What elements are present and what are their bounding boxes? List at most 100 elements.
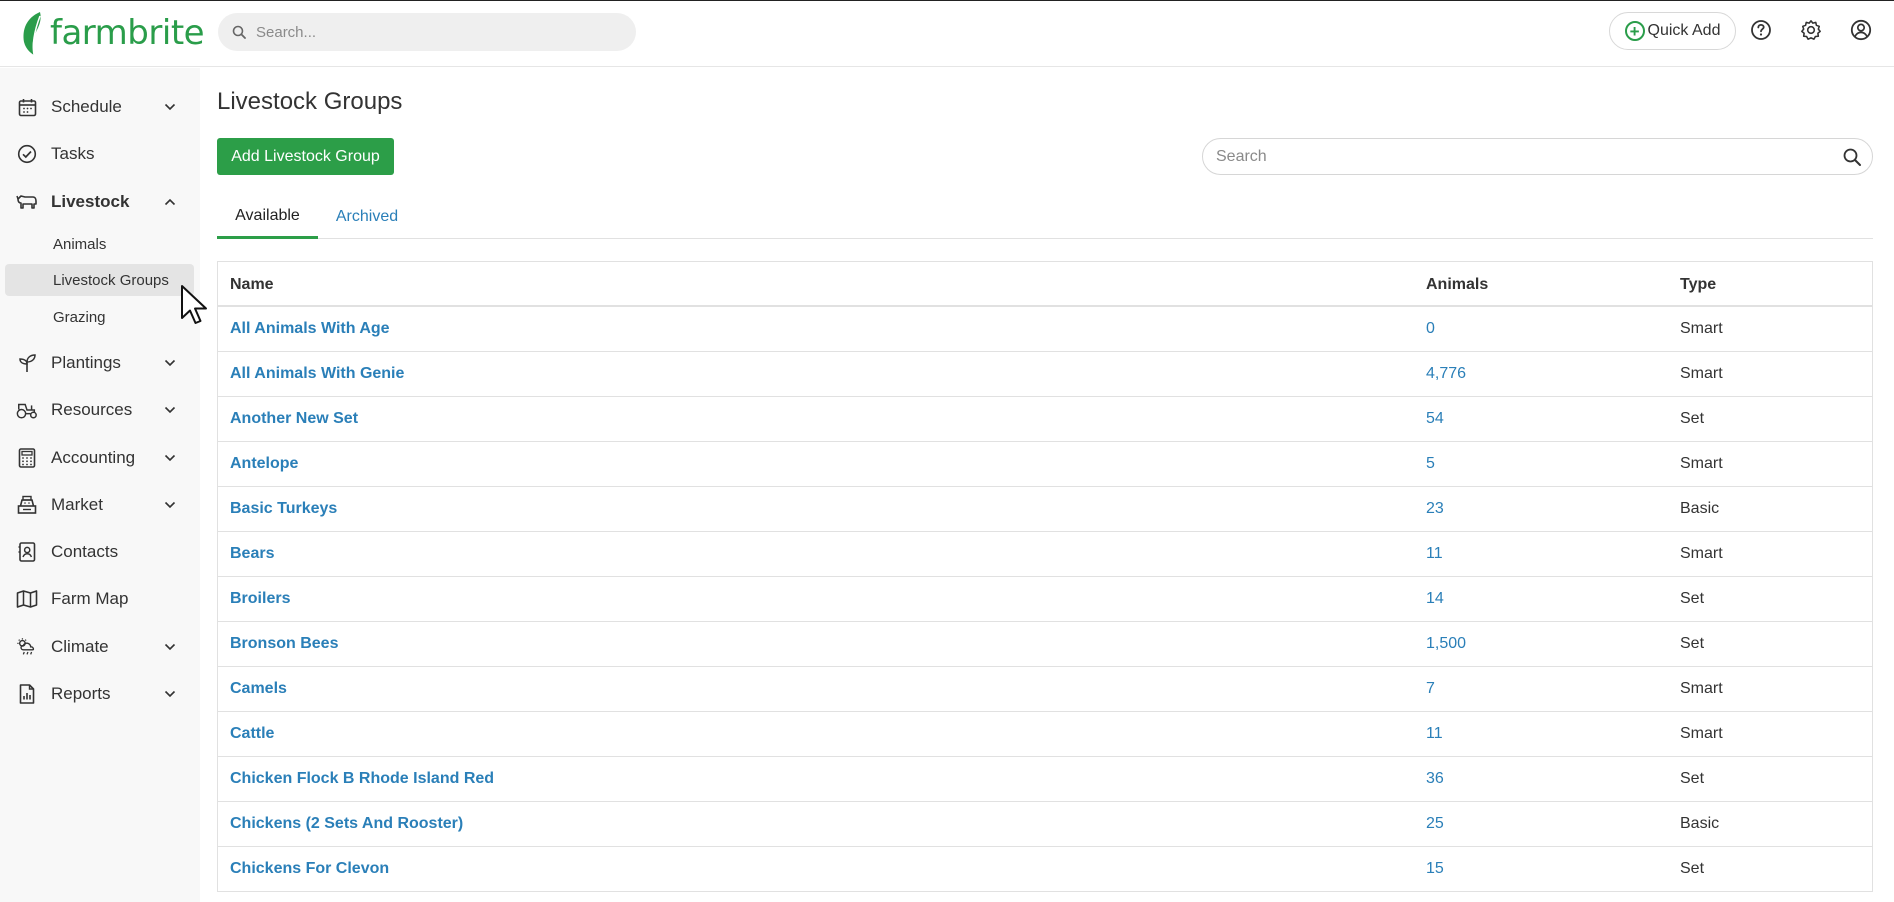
- livestock-groups-table: Name Animals Type All Animals With Age 0 S…: [217, 261, 1873, 892]
- group-name-link[interactable]: Broilers: [230, 590, 290, 608]
- animal-count-link[interactable]: 15: [1426, 860, 1444, 878]
- animal-count-link[interactable]: 25: [1426, 815, 1444, 833]
- tractor-icon: [16, 399, 38, 421]
- table-row[interactable]: Basic Turkeys 23 Basic: [218, 487, 1872, 532]
- column-header-name[interactable]: Name: [230, 276, 274, 294]
- sidebar-item-label: Schedule: [51, 97, 122, 116]
- tab-archived[interactable]: Archived: [318, 195, 416, 239]
- animal-count-link[interactable]: 36: [1426, 770, 1444, 788]
- table-row[interactable]: All Animals With Age 0 Smart: [218, 307, 1872, 352]
- sidebar-item-resources[interactable]: Resources: [0, 390, 195, 430]
- group-type: Basic: [1680, 815, 1720, 832]
- animal-count-link[interactable]: 5: [1426, 455, 1435, 473]
- group-type: Set: [1680, 635, 1705, 652]
- table-row[interactable]: Bears 11 Smart: [218, 532, 1872, 577]
- search-icon: [232, 25, 246, 39]
- chevron-down-icon: [163, 100, 177, 114]
- sidebar-item-reports[interactable]: Reports: [0, 674, 195, 714]
- column-header-animals[interactable]: Animals: [1426, 276, 1488, 294]
- help-icon[interactable]: [1748, 17, 1774, 43]
- chevron-down-icon: [163, 687, 177, 701]
- status-tabs: Available Archived: [217, 195, 1873, 239]
- group-type: Basic: [1680, 500, 1720, 517]
- sidebar: Schedule Tasks Livestock Animals Livesto…: [0, 68, 200, 902]
- sidebar-subitem-animals[interactable]: Animals: [5, 228, 194, 260]
- search-icon[interactable]: [1842, 147, 1862, 167]
- sidebar-item-tasks[interactable]: Tasks: [0, 134, 195, 174]
- gear-icon[interactable]: [1798, 17, 1824, 43]
- farmbrite-logo[interactable]: farmbrite: [20, 8, 205, 58]
- brand-name: farmbrite: [50, 13, 205, 53]
- table-row[interactable]: Camels 7 Smart: [218, 667, 1872, 712]
- sidebar-subitem-livestock-groups[interactable]: Livestock Groups: [5, 264, 194, 296]
- animal-count-link[interactable]: 0: [1426, 320, 1435, 338]
- group-type: Set: [1680, 770, 1705, 787]
- animal-count-link[interactable]: 1,500: [1426, 635, 1466, 653]
- livestock-icon: [16, 191, 38, 213]
- top-bar: farmbrite + Quick Add: [0, 0, 1894, 67]
- group-name-link[interactable]: All Animals With Age: [230, 320, 390, 338]
- table-row[interactable]: All Animals With Genie 4,776 Smart: [218, 352, 1872, 397]
- table-row[interactable]: Chicken Flock B Rhode Island Red 36 Set: [218, 757, 1872, 802]
- group-name-link[interactable]: Bronson Bees: [230, 635, 338, 653]
- group-name-link[interactable]: Chicken Flock B Rhode Island Red: [230, 770, 494, 788]
- group-name-link[interactable]: All Animals With Genie: [230, 365, 404, 383]
- global-search-input[interactable]: [256, 23, 616, 41]
- table-row[interactable]: Chickens (2 Sets And Rooster) 25 Basic: [218, 802, 1872, 847]
- user-icon[interactable]: [1848, 17, 1874, 43]
- table-row[interactable]: Bronson Bees 1,500 Set: [218, 622, 1872, 667]
- table-row[interactable]: Chickens For Clevon 15 Set: [218, 847, 1872, 892]
- sidebar-item-plantings[interactable]: Plantings: [0, 343, 195, 383]
- calendar-icon: [16, 96, 38, 118]
- sidebar-item-accounting[interactable]: Accounting: [0, 438, 195, 478]
- sidebar-item-label: Climate: [51, 637, 109, 656]
- sidebar-item-label: Plantings: [51, 353, 121, 372]
- sidebar-subitem-label: Animals: [53, 235, 107, 253]
- sidebar-item-label: Accounting: [51, 448, 136, 467]
- group-name-link[interactable]: Camels: [230, 680, 287, 698]
- group-name-link[interactable]: Chickens (2 Sets And Rooster): [230, 815, 463, 833]
- group-name-link[interactable]: Another New Set: [230, 410, 358, 428]
- group-name-link[interactable]: Basic Turkeys: [230, 500, 337, 518]
- group-name-link[interactable]: Cattle: [230, 725, 274, 743]
- group-name-link[interactable]: Chickens For Clevon: [230, 860, 389, 878]
- sidebar-item-farm-map[interactable]: Farm Map: [0, 579, 195, 619]
- sidebar-item-livestock[interactable]: Livestock: [0, 182, 195, 222]
- animal-count-link[interactable]: 23: [1426, 500, 1444, 518]
- animal-count-link[interactable]: 7: [1426, 680, 1435, 698]
- table-header: Name Animals Type: [218, 262, 1872, 307]
- group-name-link[interactable]: Bears: [230, 545, 274, 563]
- add-livestock-group-button[interactable]: Add Livestock Group: [217, 138, 394, 175]
- register-icon: [16, 494, 38, 516]
- tab-available[interactable]: Available: [217, 195, 318, 239]
- group-search[interactable]: [1202, 138, 1873, 175]
- animal-count-link[interactable]: 54: [1426, 410, 1444, 428]
- column-header-type[interactable]: Type: [1680, 276, 1716, 294]
- table-row[interactable]: Another New Set 54 Set: [218, 397, 1872, 442]
- group-type: Smart: [1680, 365, 1723, 382]
- sidebar-subitem-grazing[interactable]: Grazing: [5, 301, 194, 333]
- sidebar-item-climate[interactable]: Climate: [0, 627, 195, 667]
- chevron-down-icon: [163, 498, 177, 512]
- leaf-logo-icon: [23, 12, 41, 56]
- table-row[interactable]: Broilers 14 Set: [218, 577, 1872, 622]
- sidebar-item-schedule[interactable]: Schedule: [0, 87, 195, 127]
- animal-count-link[interactable]: 14: [1426, 590, 1444, 608]
- animal-count-link[interactable]: 11: [1426, 725, 1443, 743]
- group-name-link[interactable]: Antelope: [230, 455, 298, 473]
- table-row[interactable]: Cattle 11 Smart: [218, 712, 1872, 757]
- chevron-down-icon: [163, 403, 177, 417]
- weather-icon: [16, 636, 38, 658]
- group-type: Set: [1680, 590, 1705, 607]
- sidebar-item-contacts[interactable]: Contacts: [0, 532, 195, 572]
- sidebar-item-label: Resources: [51, 400, 133, 419]
- group-search-input[interactable]: [1216, 147, 1816, 166]
- sidebar-item-label: Reports: [51, 684, 111, 703]
- chevron-down-icon: [163, 356, 177, 370]
- sidebar-item-market[interactable]: Market: [0, 485, 195, 525]
- table-row[interactable]: Antelope 5 Smart: [218, 442, 1872, 487]
- animal-count-link[interactable]: 4,776: [1426, 365, 1466, 383]
- global-search[interactable]: [218, 13, 636, 51]
- animal-count-link[interactable]: 11: [1426, 545, 1443, 563]
- quick-add-button[interactable]: + Quick Add: [1609, 12, 1736, 50]
